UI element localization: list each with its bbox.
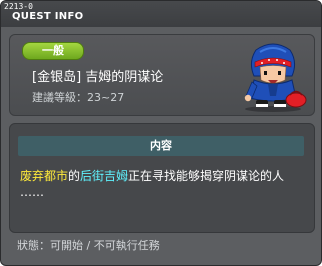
level-range: 23~27 — [87, 91, 125, 104]
window-title: QUEST INFO — [12, 11, 84, 22]
category-badge: 一般 — [22, 42, 84, 60]
quest-name: [金银岛] 吉姆的阴谋论 — [32, 70, 164, 85]
status-label: 狀態： — [17, 239, 50, 252]
quest-description: 废弃都市的后街吉姆正在寻找能够揭穿阴谋论的人 …… — [20, 168, 312, 200]
quest-id: 2213-0 — [4, 2, 33, 11]
status-value: 可開始 / 不可執行任務 — [50, 239, 160, 252]
level-label: 建議等級： — [32, 91, 87, 104]
location-link[interactable]: 废弃都市 — [20, 169, 68, 183]
quest-status: 狀態：可開始 / 不可執行任務 — [17, 239, 160, 253]
recommended-level: 建議等級：23~27 — [32, 91, 124, 105]
quest-detail-card: 内容 废弃都市的后街吉姆正在寻找能够揭穿阴谋论的人 …… — [9, 123, 315, 233]
desc-text-2: 正在寻找能够揭穿阴谋论的人 — [128, 169, 285, 183]
desc-text-3: …… — [20, 185, 44, 199]
npc-link[interactable]: 后街吉姆 — [80, 169, 128, 183]
content-section-header: 内容 — [18, 136, 304, 156]
desc-text-1: 的 — [68, 169, 81, 183]
window-titlebar[interactable]: 2213-0 QUEST INFO — [1, 1, 321, 27]
quest-info-window: 2213-0 QUEST INFO 一般 [金银岛] 吉姆的阴谋论 建議等級：2… — [0, 0, 322, 266]
quest-summary-card: 一般 [金银岛] 吉姆的阴谋论 建議等級：23~27 — [9, 34, 315, 116]
npc-portrait-icon — [244, 43, 307, 112]
